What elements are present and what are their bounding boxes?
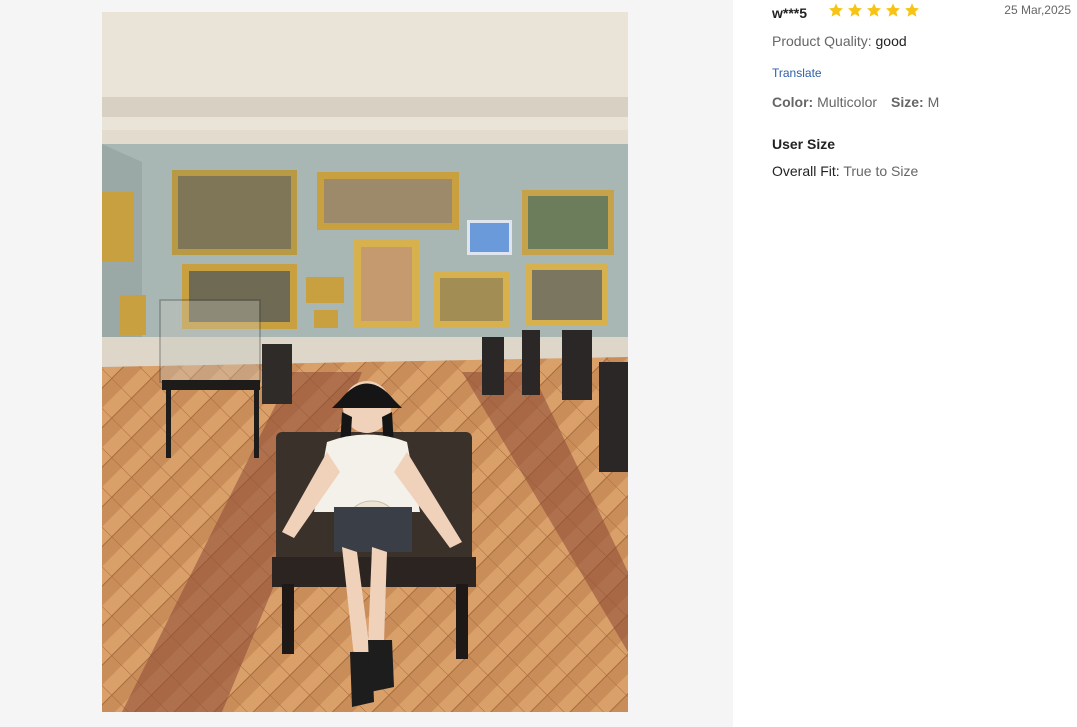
star-icon <box>886 3 900 17</box>
product-quality-label: Product Quality: <box>772 33 872 49</box>
color-attribute: Color: Multicolor <box>772 94 877 110</box>
size-value: M <box>927 94 940 110</box>
star-icon <box>905 3 919 17</box>
overall-fit-label: Overall Fit: <box>772 163 840 179</box>
size-label: Size: <box>891 94 924 110</box>
star-rating <box>828 2 920 18</box>
overall-fit-value: True to Size <box>843 163 919 179</box>
star-icon <box>829 3 843 17</box>
purchase-attributes: Color: Multicolor Size: M <box>772 94 939 110</box>
star-icon <box>848 3 862 17</box>
review-details: w***5 25 Mar,2025 Product Quality: good … <box>733 0 1077 727</box>
review-date: 25 Mar,2025 <box>1004 3 1071 17</box>
review-photo[interactable] <box>102 12 628 712</box>
size-attribute: Size: M <box>891 94 939 110</box>
star-icon <box>867 3 881 17</box>
photo-panel <box>0 0 733 727</box>
review-photo-illustration <box>102 12 628 712</box>
color-value: Multicolor <box>817 94 878 110</box>
overall-fit: Overall Fit: True to Size <box>772 163 918 179</box>
color-label: Color: <box>772 94 814 110</box>
product-quality: Product Quality: good <box>772 33 907 49</box>
product-quality-value: good <box>875 33 907 49</box>
user-size-title: User Size <box>772 136 836 152</box>
translate-link[interactable]: Translate <box>772 66 822 80</box>
reviewer-name: w***5 <box>772 5 808 21</box>
